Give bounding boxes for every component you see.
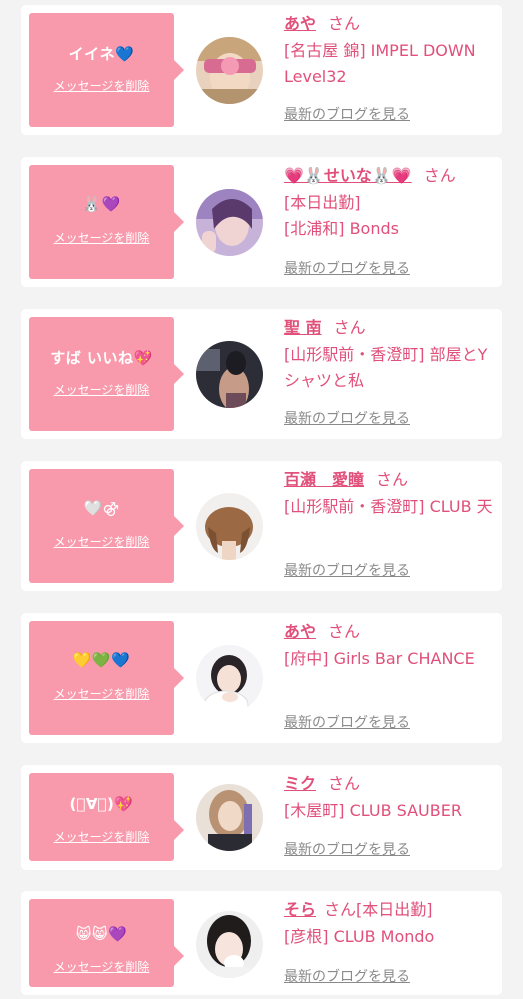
status-info: [本日出勤]: [284, 193, 361, 212]
shop-info: [彦根] CLUB Mondo: [284, 927, 435, 946]
latest-blog-link[interactable]: 最新のブログを見る: [284, 104, 410, 124]
honorific: さん: [328, 14, 361, 33]
message-text: 💛💚💙: [72, 651, 131, 669]
latest-blog-link[interactable]: 最新のブログを見る: [284, 712, 410, 732]
avatar[interactable]: [196, 911, 263, 978]
message-bubble: すば いいね💖 メッセージを削除: [29, 317, 184, 431]
avatar[interactable]: [196, 341, 263, 408]
latest-blog-link[interactable]: 最新のブログを見る: [284, 560, 410, 580]
sender-name-link[interactable]: 💗🐰せいな🐰💗: [284, 166, 412, 185]
name-line: 💗🐰せいな🐰💗 さん: [284, 165, 496, 187]
avatar[interactable]: [196, 189, 263, 256]
message-text: (ﾟ∀ﾟ)💖: [69, 795, 134, 813]
message-bubble: 😸😸💜 メッセージを削除: [29, 899, 184, 987]
delete-message-link[interactable]: メッセージを削除: [29, 685, 174, 702]
message-card: 🤍⚣ メッセージを削除 百瀬 愛瞳 さん [山形駅前・香澄町] CLUB 天 最新…: [21, 461, 502, 591]
entry-info: あや さん [府中] Girls Bar CHANCE: [284, 621, 496, 672]
delete-message-link[interactable]: メッセージを削除: [29, 828, 174, 845]
avatar[interactable]: [196, 493, 263, 560]
honorific: さん: [376, 470, 409, 489]
name-line: 聖 南さん: [284, 317, 496, 339]
message-card: 😸😸💜 メッセージを削除 そら さん[本日出勤] [彦根] CLUB Mondo …: [21, 891, 502, 995]
shop-info: [府中] Girls Bar CHANCE: [284, 649, 475, 668]
delete-message-link[interactable]: メッセージを削除: [29, 229, 174, 246]
shop-info: [名古屋 錦] IMPEL DOWN Level32: [284, 41, 476, 86]
honorific: さん: [333, 318, 366, 337]
message-text: すば いいね💖: [50, 349, 153, 367]
sender-name-link[interactable]: あや: [284, 622, 316, 641]
latest-blog-link[interactable]: 最新のブログを見る: [284, 839, 410, 859]
entry-info: 百瀬 愛瞳 さん [山形駅前・香澄町] CLUB 天: [284, 469, 496, 520]
name-line: そら さん[本日出勤]: [284, 899, 496, 921]
shop-info: [木屋町] CLUB SAUBER: [284, 801, 462, 820]
entry-info: ミク さん [木屋町] CLUB SAUBER: [284, 773, 496, 824]
latest-blog-link[interactable]: 最新のブログを見る: [284, 258, 410, 278]
latest-blog-link[interactable]: 最新のブログを見る: [284, 408, 410, 428]
message-bubble: 💛💚💙 メッセージを削除: [29, 621, 184, 735]
name-line: あや さん: [284, 621, 496, 643]
shop-info: [山形駅前・香澄町] CLUB 天: [284, 497, 493, 516]
sender-name-link[interactable]: あや: [284, 14, 316, 33]
message-card: 💛💚💙 メッセージを削除 あや さん [府中] Girls Bar CHANCE …: [21, 613, 502, 743]
message-card: 🐰💜 メッセージを削除 💗🐰せいな🐰💗 さん [本日出勤] [北浦和] Bonds…: [21, 157, 502, 287]
avatar[interactable]: [196, 37, 263, 104]
delete-message-link[interactable]: メッセージを削除: [29, 958, 174, 975]
honorific: さん: [328, 622, 361, 641]
delete-message-link[interactable]: メッセージを削除: [29, 381, 174, 398]
message-bubble: 🐰💜 メッセージを削除: [29, 165, 184, 279]
latest-blog-link[interactable]: 最新のブログを見る: [284, 966, 410, 986]
name-line: あや さん: [284, 13, 496, 35]
honorific: さん[本日出勤]: [324, 900, 433, 919]
avatar[interactable]: [196, 784, 263, 851]
sender-name-link[interactable]: 百瀬 愛瞳: [284, 470, 364, 489]
message-bubble: イイネ💙 メッセージを削除: [29, 13, 184, 127]
shop-info: [北浦和] Bonds: [284, 219, 399, 238]
entry-info: あや さん [名古屋 錦] IMPEL DOWN Level32: [284, 13, 496, 90]
message-card: イイネ💙 メッセージを削除 あや さん [名古屋 錦] IMPEL DOWN Le…: [21, 5, 502, 135]
honorific: さん: [328, 774, 361, 793]
sender-name-link[interactable]: そら: [284, 900, 316, 919]
message-bubble: (ﾟ∀ﾟ)💖 メッセージを削除: [29, 773, 184, 861]
entry-info: 💗🐰せいな🐰💗 さん [本日出勤] [北浦和] Bonds: [284, 165, 496, 242]
message-bubble: 🤍⚣ メッセージを削除: [29, 469, 184, 583]
message-text: イイネ💙: [68, 45, 135, 63]
delete-message-link[interactable]: メッセージを削除: [29, 533, 174, 550]
sender-name-link[interactable]: ミク: [284, 774, 316, 793]
honorific: さん: [423, 166, 456, 185]
entry-info: 聖 南さん [山形駅前・香澄町] 部屋とYシャツと私: [284, 317, 496, 394]
message-card: (ﾟ∀ﾟ)💖 メッセージを削除 ミク さん [木屋町] CLUB SAUBER 最…: [21, 765, 502, 870]
sender-name-link[interactable]: 聖 南: [284, 318, 322, 337]
avatar[interactable]: [196, 645, 263, 712]
name-line: 百瀬 愛瞳 さん: [284, 469, 496, 491]
delete-message-link[interactable]: メッセージを削除: [29, 77, 174, 94]
message-list: イイネ💙 メッセージを削除 あや さん [名古屋 錦] IMPEL DOWN Le…: [0, 0, 523, 999]
message-text: 😸😸💜: [75, 925, 128, 943]
shop-info: [山形駅前・香澄町] 部屋とYシャツと私: [284, 345, 488, 390]
message-text: 🐰💜: [82, 195, 121, 213]
name-line: ミク さん: [284, 773, 496, 795]
message-text: 🤍⚣: [83, 499, 120, 517]
message-card: すば いいね💖 メッセージを削除 聖 南さん [山形駅前・香澄町] 部屋とYシャ…: [21, 309, 502, 439]
entry-info: そら さん[本日出勤] [彦根] CLUB Mondo: [284, 899, 496, 950]
